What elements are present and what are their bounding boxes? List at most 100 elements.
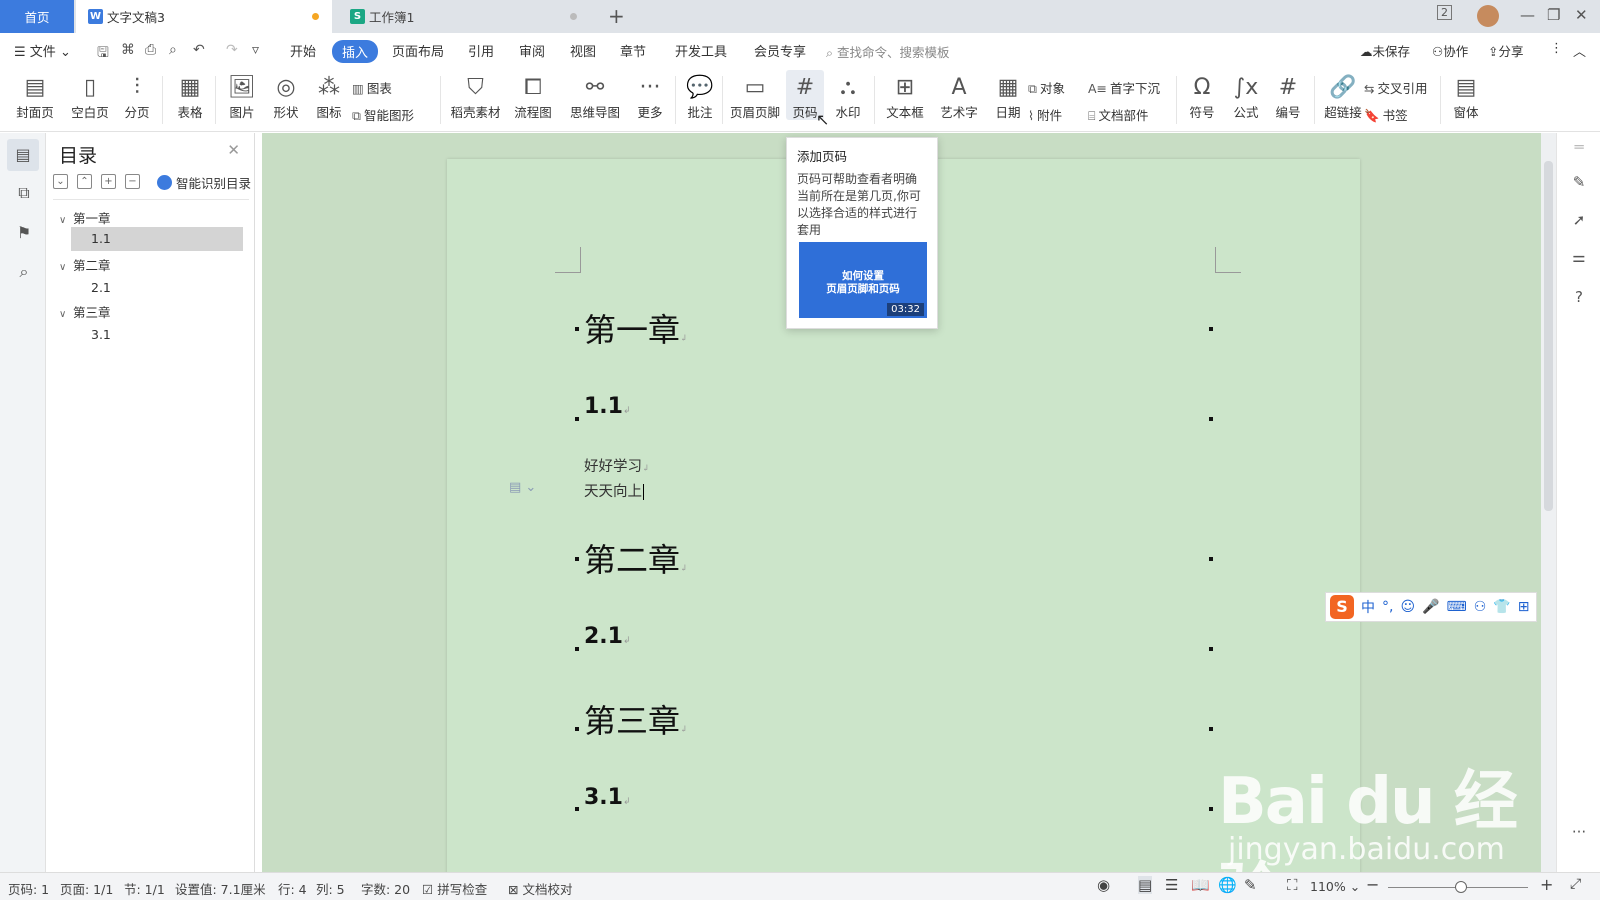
flowchart-button[interactable]: ⧠ 流程图 xyxy=(508,70,558,120)
user-icon[interactable]: ⚇ xyxy=(1474,599,1487,615)
menu-tab-chapter[interactable]: 章节 xyxy=(620,41,646,60)
format-painter-icon[interactable]: ⌘ xyxy=(121,42,135,58)
window-count-icon[interactable]: 2 xyxy=(1437,5,1452,20)
command-search[interactable]: ⌕ 查找命令、搜索模板 xyxy=(826,42,950,61)
symbol-button[interactable]: Ω 符号 xyxy=(1182,70,1222,120)
ime-toolbar[interactable]: S 中 °, ☺ 🎤 ⌨ ⚇ 👕 ⊞ xyxy=(1325,592,1537,622)
paragraph-layout-icon[interactable]: ▤ ⌄ xyxy=(509,480,536,495)
menu-tab-view[interactable]: 视图 xyxy=(570,41,596,60)
more-button[interactable]: ··· 更多 xyxy=(630,70,670,120)
remove-heading-icon[interactable]: − xyxy=(125,174,140,189)
customize-toolbar-icon[interactable]: ▿ xyxy=(252,42,259,58)
menu-tab-review[interactable]: 审阅 xyxy=(519,41,545,60)
zoom-out-icon[interactable]: − xyxy=(1366,875,1379,894)
status-page-number[interactable]: 页码: 1 xyxy=(8,879,49,898)
tab-close-dot-icon[interactable] xyxy=(570,13,577,20)
page-view-icon[interactable]: ▤ xyxy=(1138,876,1153,894)
smart-art-button[interactable]: ⧉ 智能图形 xyxy=(352,105,414,124)
chapter-nav-icon[interactable]: ⧉ xyxy=(12,181,36,205)
tab-spreadsheet[interactable]: S 工作簿1 xyxy=(338,0,592,33)
save-icon[interactable]: 🖫 xyxy=(97,42,109,66)
collapse-all-icon[interactable]: ⌃ xyxy=(77,174,92,189)
status-section[interactable]: 节: 1/1 xyxy=(124,879,165,898)
web-view-icon[interactable]: 🌐 xyxy=(1218,876,1237,894)
scrollbar-thumb[interactable] xyxy=(1544,161,1553,511)
spellcheck-button[interactable]: ☑ 拼写检查 xyxy=(422,879,487,898)
comment-button[interactable]: 💬 批注 xyxy=(682,70,718,120)
close-window-icon[interactable]: ✕ xyxy=(1575,6,1588,24)
picture-button[interactable]: 🖼 图片 xyxy=(222,70,262,120)
page-break-button[interactable]: ⫶ 分页 xyxy=(118,70,156,120)
chart-button[interactable]: ▥ 图表 xyxy=(352,78,392,97)
attachment-button[interactable]: ⌇ 附件 xyxy=(1028,105,1062,124)
hyperlink-button[interactable]: 🔗 超链接 xyxy=(1318,70,1368,120)
read-view-icon[interactable]: 📖 xyxy=(1191,876,1210,894)
menu-tab-reference[interactable]: 引用 xyxy=(468,41,494,60)
status-setting[interactable]: 设置值: 7.1厘米 xyxy=(175,879,266,898)
more-dots-icon[interactable]: ··· xyxy=(1569,823,1589,843)
zoom-slider-thumb[interactable] xyxy=(1455,881,1467,893)
menu-tab-insert[interactable]: 插入 xyxy=(332,40,379,63)
new-tab-plus-icon[interactable]: + xyxy=(608,4,625,28)
file-menu[interactable]: ☰ 文件 ⌄ xyxy=(14,41,71,60)
redo-icon[interactable]: ↷ xyxy=(226,42,238,58)
status-word-count[interactable]: 字数: 20 xyxy=(361,879,410,898)
heading-3-1[interactable]: 3.1↲ xyxy=(584,785,631,810)
formula-button[interactable]: ∫x 公式 xyxy=(1226,70,1266,120)
header-footer-button[interactable]: ▭ 页眉页脚 xyxy=(728,70,782,120)
ime-punctuation[interactable]: °, xyxy=(1382,599,1393,615)
menu-tab-member[interactable]: 会员专享 xyxy=(754,41,806,60)
settings-sliders-icon[interactable]: ⚌ xyxy=(1569,248,1589,268)
status-page[interactable]: 页面: 1/1 xyxy=(60,879,113,898)
outline-view-icon[interactable]: ☰ xyxy=(1165,876,1178,894)
close-pane-icon[interactable]: ✕ xyxy=(227,141,240,159)
numbering-button[interactable]: # 编号 xyxy=(1268,70,1308,120)
object-button[interactable]: ⧉ 对象 xyxy=(1028,78,1065,97)
undo-icon[interactable]: ↶ xyxy=(193,42,205,58)
write-view-icon[interactable]: ✎ xyxy=(1244,876,1257,894)
wordart-button[interactable]: A 艺术字 xyxy=(934,70,984,120)
proofread-button[interactable]: ⊠ 文档校对 xyxy=(508,879,572,898)
restore-icon[interactable]: ❐ xyxy=(1547,6,1560,24)
print-preview-icon[interactable]: ⌕ xyxy=(169,42,177,58)
print-icon[interactable]: ⎙ xyxy=(145,42,156,58)
heading-chapter-3[interactable]: 第三章↲ xyxy=(584,696,688,742)
smart-toc-button[interactable]: 智能识别目录 xyxy=(157,173,251,192)
docer-material-button[interactable]: ⛉ 稻壳素材 xyxy=(448,70,503,120)
add-heading-icon[interactable]: + xyxy=(101,174,116,189)
find-icon[interactable]: ⌕ xyxy=(12,260,36,284)
eye-protection-icon[interactable]: ◉ xyxy=(1097,876,1110,894)
form-button[interactable]: ▤ 窗体 xyxy=(1446,70,1486,120)
watermark-button[interactable]: ⛬ 水印 xyxy=(828,70,868,120)
unsaved-status[interactable]: ☁未保存 xyxy=(1360,41,1410,60)
toc-item-3-1[interactable]: 3.1 xyxy=(91,323,111,347)
help-question-icon[interactable]: ? xyxy=(1569,288,1589,308)
doc-parts-button[interactable]: ⌸ 文档部件 xyxy=(1088,105,1149,124)
heading-chapter-2[interactable]: 第二章↲ xyxy=(584,535,688,581)
menu-tab-developer[interactable]: 开发工具 xyxy=(675,41,727,60)
tab-home[interactable]: 首页 xyxy=(0,0,74,33)
select-pointer-icon[interactable]: ➚ xyxy=(1569,211,1589,231)
toc-item-chapter-2[interactable]: ∨ 第二章 xyxy=(59,254,247,278)
fullscreen-icon[interactable]: ⤢ xyxy=(1570,876,1581,892)
toc-item-2-1[interactable]: 2.1 xyxy=(91,276,111,300)
panel-collapse-icon[interactable]: ═ xyxy=(1569,138,1589,158)
cover-page-button[interactable]: ▤ 封面页 xyxy=(10,70,60,120)
tab-document[interactable]: W 文字文稿3 xyxy=(76,0,332,33)
minimize-icon[interactable]: — xyxy=(1520,6,1535,24)
toc-panel-icon[interactable]: ▤ xyxy=(7,139,39,171)
collaborate-button[interactable]: ⚇协作 xyxy=(1432,41,1468,60)
keyboard-icon[interactable]: ⌨ xyxy=(1447,599,1467,615)
toc-item-1-1[interactable]: 1.1 xyxy=(71,227,243,251)
toc-item-chapter-3[interactable]: ∨ 第三章 xyxy=(59,301,247,325)
table-button[interactable]: ▦ 表格 xyxy=(170,70,210,120)
collapse-ribbon-icon[interactable]: ︿ xyxy=(1573,41,1586,60)
more-options-icon[interactable]: ⋮ xyxy=(1550,41,1563,56)
heading-1-1[interactable]: 1.1↲ xyxy=(584,394,631,419)
toolbox-grid-icon[interactable]: ⊞ xyxy=(1518,599,1530,615)
blank-page-button[interactable]: ▯ 空白页 xyxy=(65,70,115,120)
vertical-scrollbar[interactable] xyxy=(1541,133,1556,872)
bookmark-panel-icon[interactable]: ⚑ xyxy=(12,221,36,245)
ime-mode[interactable]: 中 xyxy=(1361,597,1375,617)
icons-button[interactable]: ⁂ 图标 xyxy=(309,70,349,120)
